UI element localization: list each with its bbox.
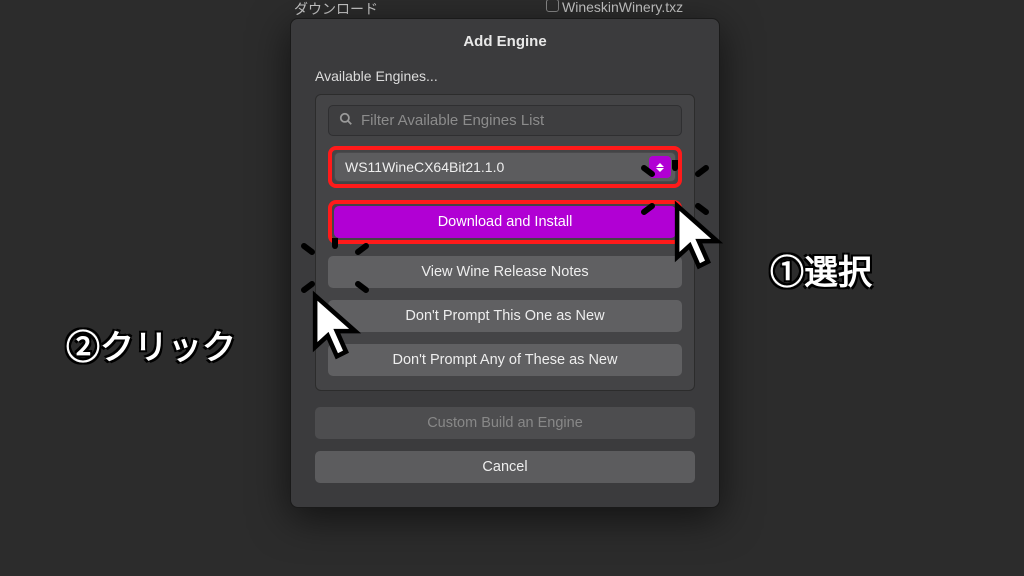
dont-prompt-any-button[interactable]: Don't Prompt Any of These as New — [328, 344, 682, 376]
engine-select[interactable]: WS11WineCX64Bit21.1.0 — [334, 152, 676, 182]
chevron-up-down-icon[interactable] — [649, 156, 671, 178]
search-field-wrapper[interactable] — [328, 105, 682, 136]
background-checkbox — [546, 0, 559, 12]
dont-prompt-one-button[interactable]: Don't Prompt This One as New — [328, 300, 682, 332]
annotation-step-1: ①選択 — [770, 245, 872, 294]
search-icon — [339, 112, 353, 129]
custom-build-button: Custom Build an Engine — [315, 407, 695, 439]
download-highlight: Download and Install — [328, 200, 682, 244]
engine-select-value: WS11WineCX64Bit21.1.0 — [345, 159, 649, 175]
available-engines-label: Available Engines... — [315, 68, 695, 84]
add-engine-modal: Add Engine Available Engines... WS11Wine… — [290, 18, 720, 508]
cancel-button[interactable]: Cancel — [315, 451, 695, 483]
background-text-right: WineskinWinery.txz — [562, 0, 683, 15]
select-highlight: WS11WineCX64Bit21.1.0 — [328, 146, 682, 188]
download-install-button[interactable]: Download and Install — [334, 206, 676, 238]
annotation-step-2: ②クリック — [66, 320, 236, 369]
background-text-left: ダウンロード — [294, 0, 378, 19]
view-release-notes-button[interactable]: View Wine Release Notes — [328, 256, 682, 288]
modal-body: Available Engines... WS11WineCX64Bit21.1… — [291, 68, 719, 507]
search-input[interactable] — [361, 112, 671, 129]
modal-title: Add Engine — [291, 33, 719, 50]
engines-group: WS11WineCX64Bit21.1.0 Download and Insta… — [315, 94, 695, 391]
